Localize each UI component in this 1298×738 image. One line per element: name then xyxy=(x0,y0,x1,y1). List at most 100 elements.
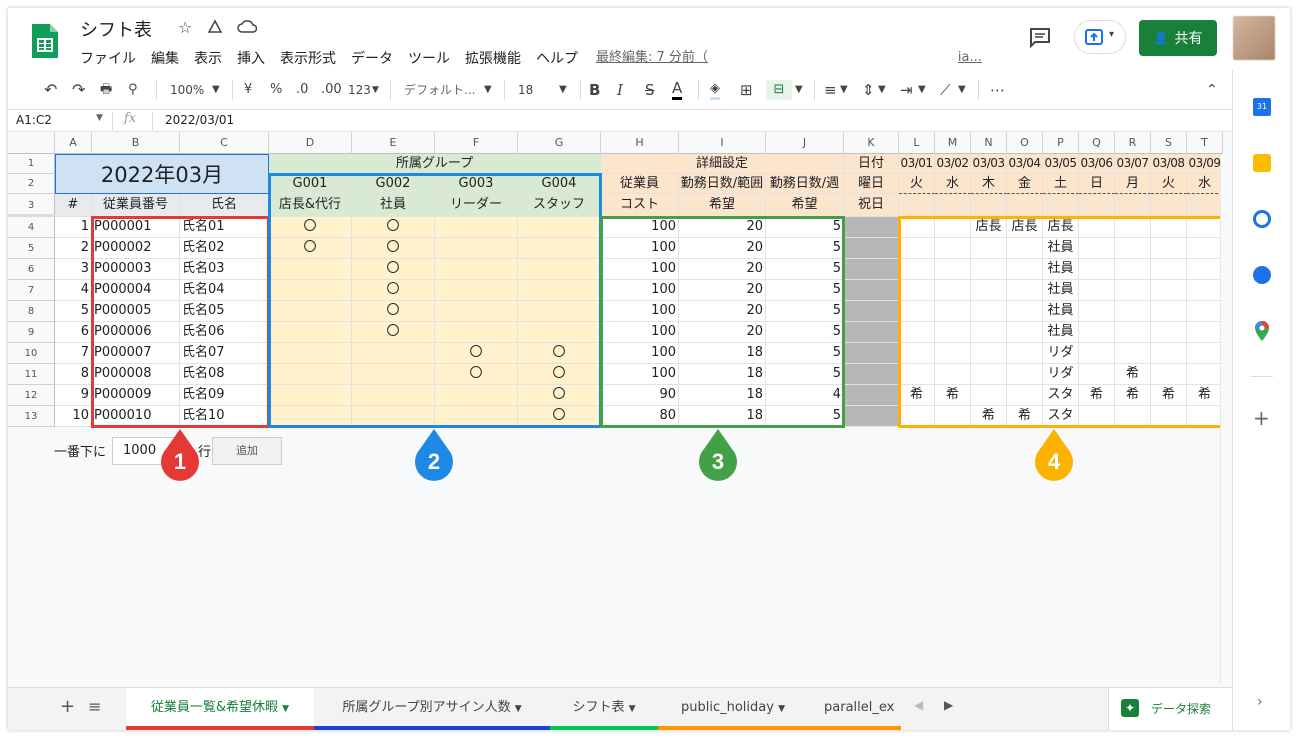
employee-id-cell[interactable]: P000010 xyxy=(92,406,180,427)
request-cell[interactable] xyxy=(1007,259,1043,280)
menu-view[interactable]: 表示 xyxy=(194,48,222,67)
days-week-cell[interactable]: 5 xyxy=(766,364,844,385)
request-cell[interactable] xyxy=(1115,343,1151,364)
employee-id-cell[interactable]: P000003 xyxy=(92,259,180,280)
date-label-cell[interactable]: 日付 xyxy=(844,154,899,174)
request-cell[interactable] xyxy=(899,301,935,322)
weekday-cell[interactable]: 水 xyxy=(935,174,971,194)
print-icon[interactable]: 🖶 xyxy=(100,80,112,100)
request-cell[interactable] xyxy=(1151,322,1187,343)
col-no-header[interactable]: # xyxy=(55,194,92,217)
rotation-caret-icon[interactable]: ▼ xyxy=(958,80,966,100)
group-flag-cell[interactable]: 〇 xyxy=(352,322,435,343)
weekday-cell[interactable]: 火 xyxy=(1151,174,1187,194)
group-flag-cell[interactable] xyxy=(435,238,518,259)
tab-group-assign[interactable]: 所属グループ別アサイン人数 ▼ xyxy=(314,688,550,730)
group-flag-cell[interactable] xyxy=(269,259,352,280)
group-flag-cell[interactable]: 〇 xyxy=(269,238,352,259)
calendar-icon[interactable]: 31 xyxy=(1253,98,1271,116)
days-range-cell[interactable]: 18 xyxy=(679,406,766,427)
group-flag-cell[interactable]: 〇 xyxy=(518,385,601,406)
redo-icon[interactable]: ↷ xyxy=(72,80,85,100)
employee-no-cell[interactable]: 2 xyxy=(55,238,92,259)
group-flag-cell[interactable] xyxy=(518,280,601,301)
column-header[interactable]: B xyxy=(92,132,180,154)
request-cell[interactable] xyxy=(1151,406,1187,427)
request-cell[interactable] xyxy=(935,217,971,238)
column-header[interactable]: I xyxy=(679,132,766,154)
employee-name-cell[interactable]: 氏名02 xyxy=(180,238,269,259)
holiday-cell[interactable] xyxy=(935,194,971,217)
group-flag-cell[interactable]: 〇 xyxy=(518,406,601,427)
group-flag-cell[interactable] xyxy=(518,301,601,322)
group-flag-cell[interactable] xyxy=(435,322,518,343)
request-cell[interactable] xyxy=(899,322,935,343)
employee-no-cell[interactable]: 5 xyxy=(55,301,92,322)
group-flag-cell[interactable] xyxy=(269,343,352,364)
request-cell[interactable] xyxy=(1151,364,1187,385)
merge-cells-icon[interactable]: ⊟ xyxy=(766,80,792,100)
request-cell[interactable] xyxy=(1007,301,1043,322)
currency-format-button[interactable]: ¥ xyxy=(244,80,252,100)
request-cell[interactable] xyxy=(1115,280,1151,301)
group-flag-cell[interactable]: 〇 xyxy=(435,343,518,364)
column-header[interactable]: G xyxy=(518,132,601,154)
weekday-cell[interactable]: 木 xyxy=(971,174,1007,194)
detail-h3-cell[interactable]: 希望 xyxy=(766,194,844,217)
request-cell[interactable] xyxy=(1187,364,1223,385)
vertical-align-icon[interactable]: ⇕ xyxy=(862,80,875,100)
col-name-header[interactable]: 氏名 xyxy=(180,194,269,217)
keep-icon[interactable] xyxy=(1253,154,1271,172)
group-flag-cell[interactable] xyxy=(352,406,435,427)
request-cell[interactable] xyxy=(1079,322,1115,343)
employee-id-cell[interactable]: P000001 xyxy=(92,217,180,238)
weekday-cell[interactable]: 火 xyxy=(899,174,935,194)
employee-id-cell[interactable]: P000009 xyxy=(92,385,180,406)
employee-no-cell[interactable]: 3 xyxy=(55,259,92,280)
date-cell[interactable]: 03/03 xyxy=(971,154,1007,174)
days-range-cell[interactable]: 20 xyxy=(679,238,766,259)
column-header[interactable]: L xyxy=(899,132,935,154)
request-cell[interactable] xyxy=(899,343,935,364)
tab-parallel[interactable]: parallel_ex xyxy=(808,688,901,730)
horizontal-align-icon[interactable]: ≡ xyxy=(824,80,837,100)
column-header[interactable]: C xyxy=(180,132,269,154)
date-cell[interactable]: 03/09 xyxy=(1187,154,1223,174)
request-cell[interactable]: 希 xyxy=(1187,385,1223,406)
all-sheets-icon[interactable]: ≡ xyxy=(88,697,101,716)
request-cell[interactable] xyxy=(1079,238,1115,259)
holiday-fill-cell[interactable] xyxy=(844,322,899,343)
request-cell[interactable] xyxy=(935,406,971,427)
employee-no-cell[interactable]: 4 xyxy=(55,280,92,301)
cloud-status-icon[interactable] xyxy=(237,18,257,36)
menu-help[interactable]: ヘルプ xyxy=(536,48,578,67)
fill-color-icon[interactable]: ◈ xyxy=(710,80,720,100)
days-range-cell[interactable]: 20 xyxy=(679,280,766,301)
tab-shift[interactable]: シフト表 ▼ xyxy=(550,688,658,730)
group-code-cell[interactable]: G004 xyxy=(518,174,601,194)
request-cell[interactable] xyxy=(1187,238,1223,259)
size-caret-icon[interactable]: ▼ xyxy=(559,80,567,100)
column-header[interactable]: T xyxy=(1187,132,1223,154)
group-flag-cell[interactable] xyxy=(269,364,352,385)
tab-employee-list[interactable]: 従業員一覧&希望休暇 ▼ xyxy=(126,688,314,730)
employee-no-cell[interactable]: 7 xyxy=(55,343,92,364)
request-cell[interactable] xyxy=(1187,406,1223,427)
request-cell[interactable] xyxy=(1115,301,1151,322)
request-cell[interactable] xyxy=(935,364,971,385)
group-flag-cell[interactable]: 〇 xyxy=(352,217,435,238)
text-color-button[interactable]: A xyxy=(672,80,683,100)
name-box[interactable]: A1:C2 xyxy=(16,113,52,127)
holiday-fill-cell[interactable] xyxy=(844,406,899,427)
star-icon[interactable]: ☆ xyxy=(178,18,192,37)
tasks-icon[interactable] xyxy=(1253,210,1271,228)
request-cell[interactable]: 店長 xyxy=(1043,217,1079,238)
employee-id-cell[interactable]: P000005 xyxy=(92,301,180,322)
employee-name-cell[interactable]: 氏名03 xyxy=(180,259,269,280)
request-cell[interactable] xyxy=(899,238,935,259)
row-header[interactable]: 12 xyxy=(8,385,55,406)
cost-cell[interactable]: 100 xyxy=(601,301,679,322)
request-cell[interactable]: 社員 xyxy=(1043,259,1079,280)
date-cell[interactable]: 03/08 xyxy=(1151,154,1187,174)
row-header[interactable]: 8 xyxy=(8,301,55,322)
